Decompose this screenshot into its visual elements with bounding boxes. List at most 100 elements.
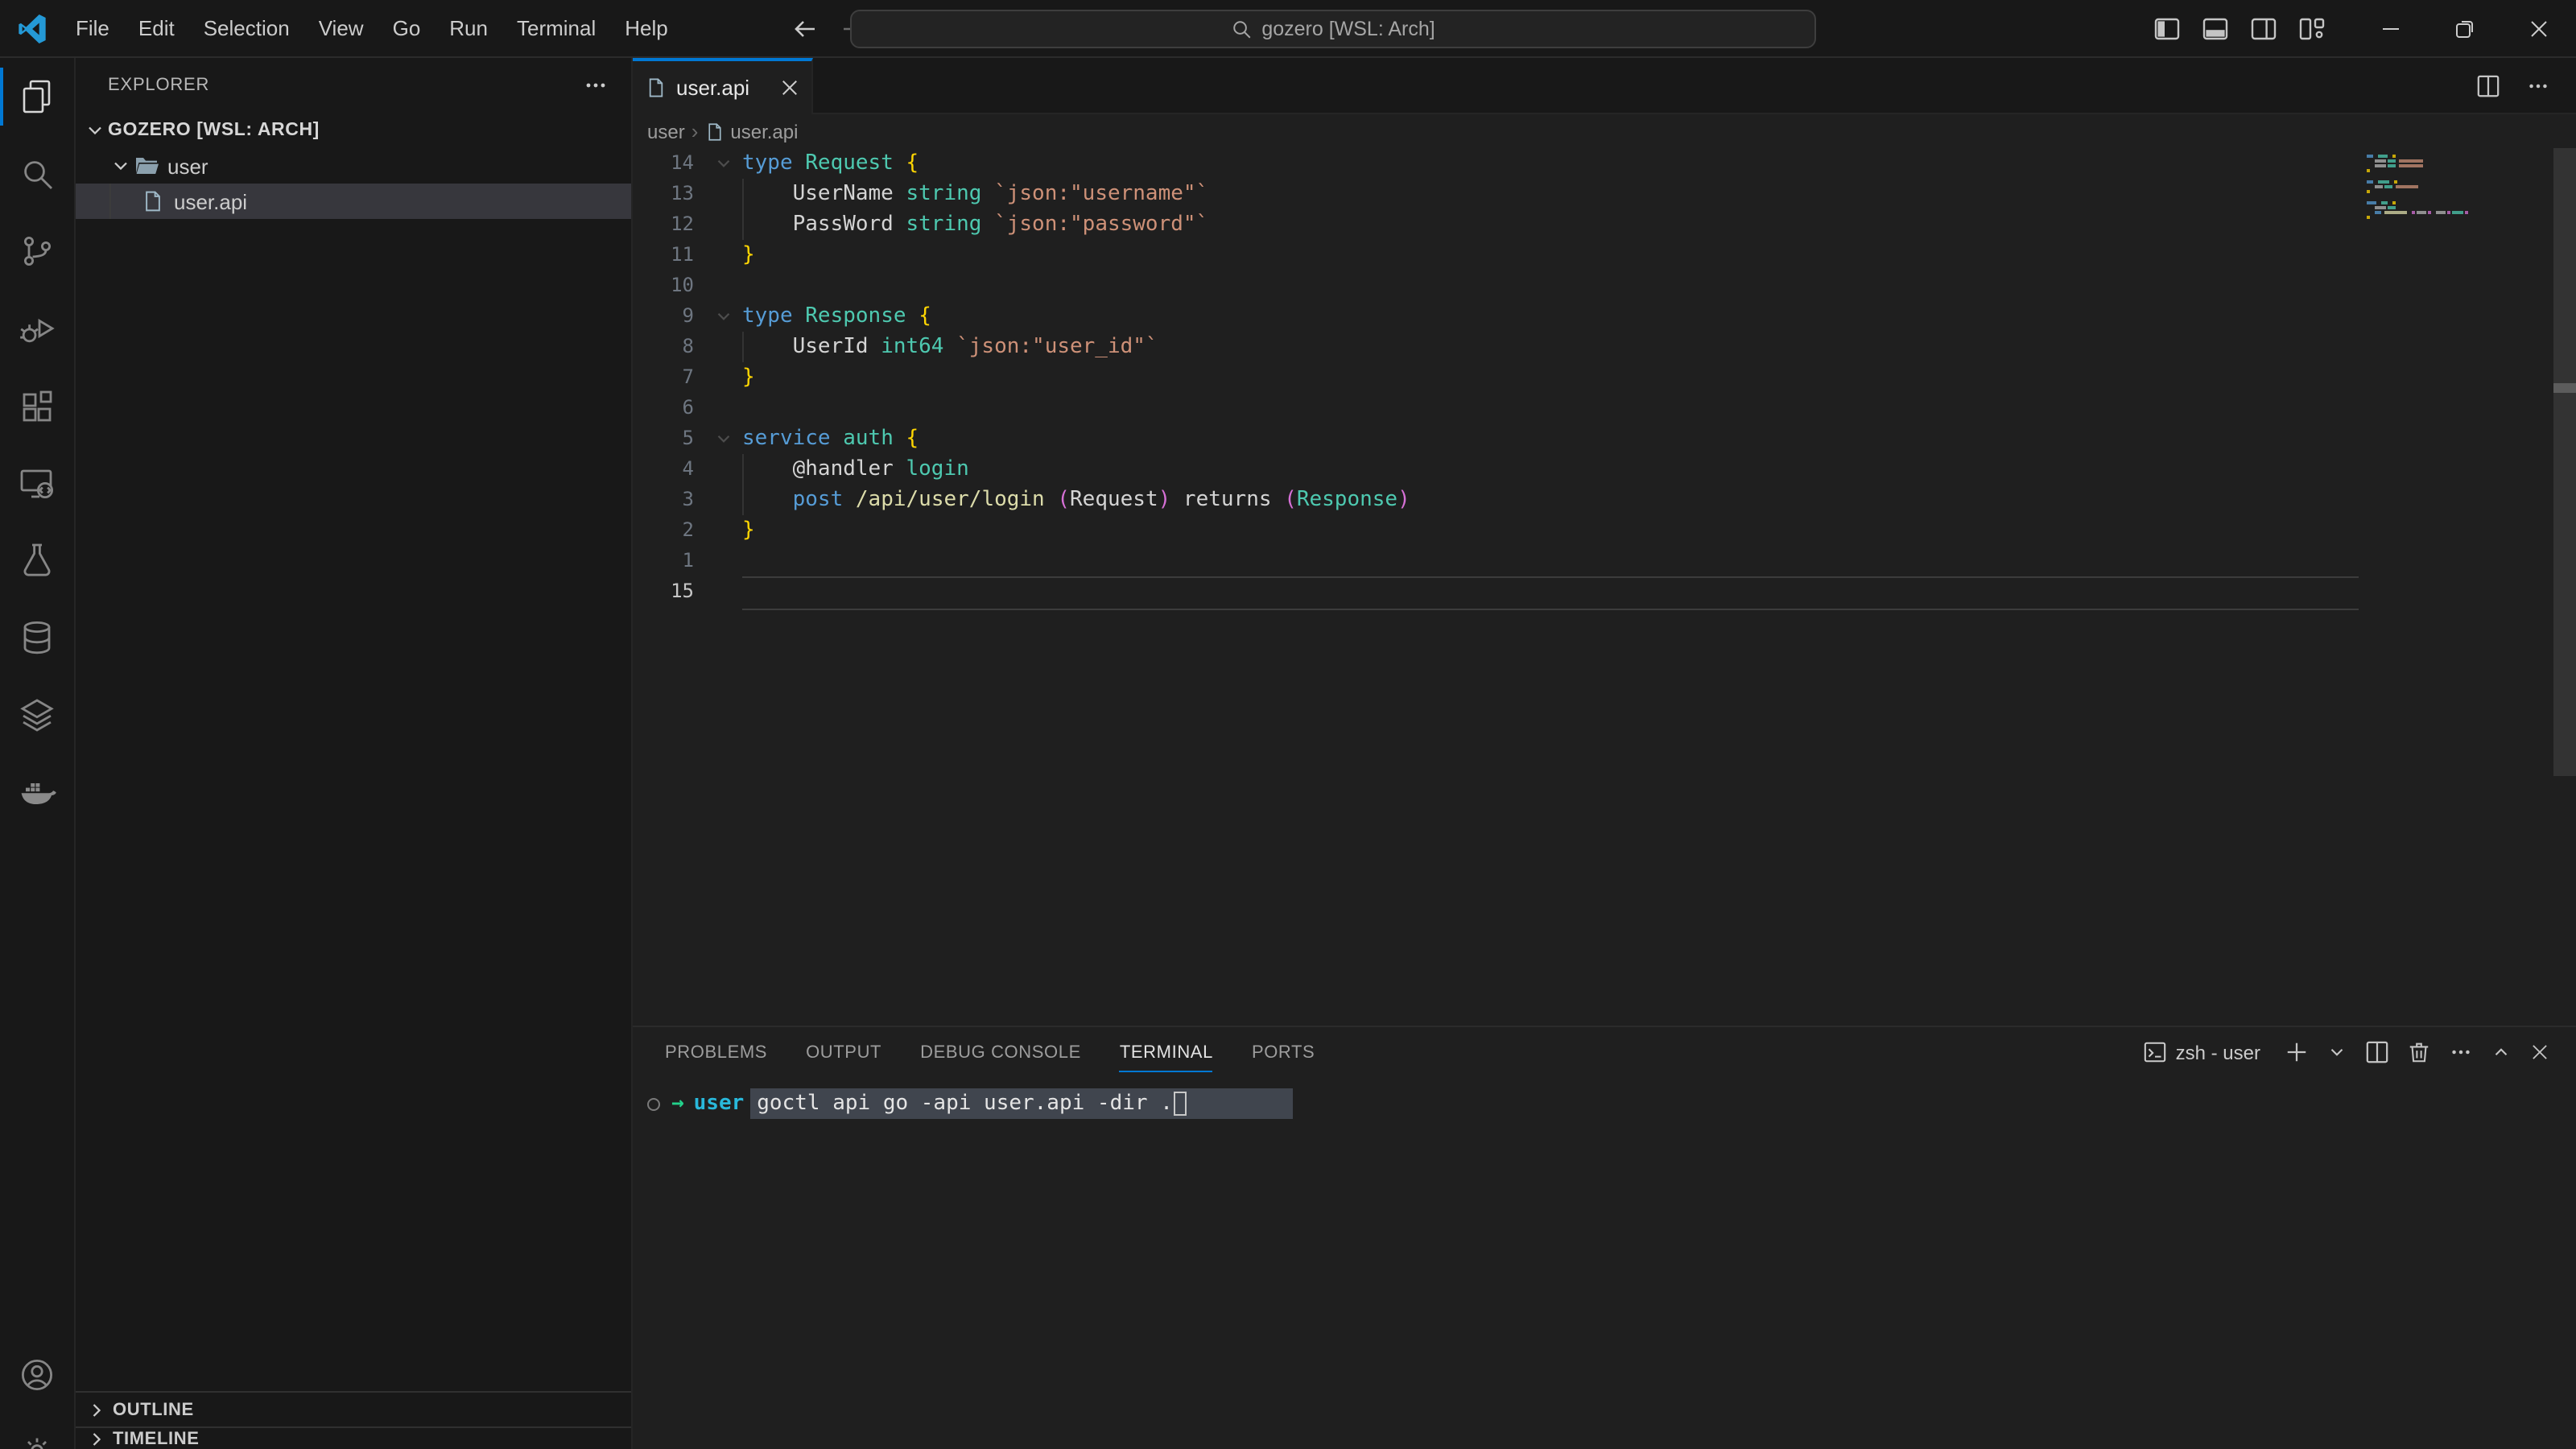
command-center-text: gozero [WSL: Arch] [1261, 18, 1435, 40]
sidebar-item-user-folder[interactable]: user [76, 148, 631, 184]
chevron-down-icon [82, 118, 108, 143]
line-number: 2 [633, 515, 704, 546]
search-view-icon[interactable] [0, 135, 74, 213]
code-editor[interactable]: 14type Request {13 UserName string `json… [633, 148, 2576, 1026]
remote-explorer-icon[interactable] [0, 444, 74, 522]
breadcrumb-folder[interactable]: user [647, 120, 685, 142]
terminal-profile-chevron-icon[interactable] [2326, 1042, 2347, 1063]
panel-tab-problems[interactable]: PROBLEMS [646, 1027, 786, 1077]
new-terminal-icon[interactable] [2285, 1040, 2309, 1064]
terminal[interactable]: →usergoctl api go -api user.api -dir . [633, 1077, 2576, 1449]
explorer-sidebar: EXPLORER GOZERO [WSL: ARCH] user [76, 58, 633, 1449]
code-line: 14type Request { [633, 148, 2367, 179]
accounts-icon[interactable] [0, 1336, 74, 1414]
toggle-primary-sidebar-icon[interactable] [2154, 17, 2180, 39]
close-panel-icon[interactable] [2529, 1042, 2550, 1063]
code-line: 4 @handler login [633, 454, 2367, 485]
panel-more-actions-icon[interactable] [2449, 1040, 2473, 1064]
extensions-icon[interactable] [0, 367, 74, 444]
timeline-section-header[interactable]: TIMELINE [76, 1426, 631, 1449]
vscode-window: FileEditSelectionViewGoRunTerminalHelp g… [0, 0, 2576, 1449]
code-text: } [742, 362, 755, 393]
command-decoration-circle[interactable] [647, 1097, 660, 1110]
outline-section-header[interactable]: OUTLINE [76, 1391, 631, 1426]
panel-tab-ports[interactable]: PORTS [1232, 1027, 1334, 1077]
settings-gear-icon[interactable] [0, 1414, 74, 1449]
menu-terminal[interactable]: Terminal [502, 0, 610, 57]
menu-file[interactable]: File [61, 0, 124, 57]
toggle-secondary-sidebar-icon[interactable] [2251, 17, 2277, 39]
split-editor-icon[interactable] [2476, 73, 2500, 97]
customize-layout-icon[interactable] [2299, 17, 2325, 39]
testing-icon[interactable] [0, 522, 74, 599]
line-number: 10 [633, 270, 704, 301]
terminal-instance-badge[interactable]: zsh - user [2144, 1040, 2260, 1064]
workspace-root-row[interactable]: GOZERO [WSL: ARCH] [76, 113, 631, 148]
bottom-panel: PROBLEMSOUTPUTDEBUG CONSOLETERMINALPORTS… [633, 1026, 2576, 1449]
panel-tab-output[interactable]: OUTPUT [786, 1027, 901, 1077]
folder-open-icon [134, 153, 159, 179]
layers-icon[interactable] [0, 676, 74, 753]
breadcrumb-file[interactable]: user.api [704, 120, 798, 142]
menu-selection[interactable]: Selection [189, 0, 304, 57]
code-text: UserName string `json:"username"` [742, 179, 1208, 209]
split-terminal-icon[interactable] [2365, 1040, 2389, 1064]
tab-user-api[interactable]: user.api [633, 58, 813, 114]
code-text: type Response { [742, 301, 931, 332]
run-and-debug-icon[interactable] [0, 290, 74, 367]
sidebar-item-user-api-file[interactable]: user.api [76, 184, 631, 219]
fold-chevron-icon[interactable] [704, 301, 742, 332]
menu-view[interactable]: View [304, 0, 378, 57]
source-control-icon[interactable] [0, 213, 74, 290]
fold-chevron-icon[interactable] [704, 423, 742, 454]
back-arrow-icon[interactable] [792, 15, 818, 41]
minimize-button[interactable] [2354, 0, 2428, 56]
search-icon [1231, 19, 1252, 39]
code-text: type Request { [742, 148, 919, 179]
code-line: 9type Response { [633, 301, 2367, 332]
title-bar: FileEditSelectionViewGoRunTerminalHelp g… [0, 0, 2576, 58]
code-text: PassWord string `json:"password"` [742, 209, 1208, 240]
outline-label: OUTLINE [113, 1400, 194, 1419]
editor-more-actions-icon[interactable] [2526, 73, 2550, 97]
line-number: 8 [633, 332, 704, 362]
code-text: UserId int64 `json:"user_id"` [742, 332, 1158, 362]
close-tab-icon[interactable] [781, 79, 799, 97]
shell-label: zsh - user [2176, 1041, 2260, 1063]
terminal-prompt-line: →usergoctl api go -api user.api -dir . [633, 1088, 2576, 1119]
explorer-icon[interactable] [0, 58, 74, 135]
terminal-selection: goctl api go -api user.api -dir . [750, 1088, 1294, 1119]
code-text: post /api/user/login (Request) returns (… [742, 485, 1410, 515]
scrollbar-marker [2553, 383, 2576, 393]
tab-bar: user.api [633, 58, 2576, 114]
docker-icon[interactable] [0, 753, 74, 831]
terminal-icon [2144, 1040, 2168, 1064]
file-icon [704, 122, 724, 141]
command-center-search[interactable]: gozero [WSL: Arch] [850, 10, 1816, 48]
maximize-panel-icon[interactable] [2491, 1042, 2512, 1063]
database-icon[interactable] [0, 599, 74, 676]
menu-go[interactable]: Go [378, 0, 436, 57]
panel-tab-terminal[interactable]: TERMINAL [1100, 1027, 1232, 1077]
indent-guide [109, 184, 111, 219]
code-lines: 14type Request {13 UserName string `json… [633, 148, 2367, 607]
code-line: 3 post /api/user/login (Request) returns… [633, 485, 2367, 515]
minimap[interactable] [2367, 155, 2553, 233]
close-window-button[interactable] [2502, 0, 2576, 56]
menu-help[interactable]: Help [610, 0, 683, 57]
explorer-more-actions-icon[interactable] [583, 72, 609, 98]
menu-bar: FileEditSelectionViewGoRunTerminalHelp [61, 0, 683, 56]
line-number: 6 [633, 393, 704, 423]
panel-tab-debug-console[interactable]: DEBUG CONSOLE [901, 1027, 1100, 1077]
editor-region: user.api user › [633, 58, 2576, 1449]
editor-scrollbar[interactable] [2553, 148, 2576, 776]
menu-run[interactable]: Run [435, 0, 502, 57]
prompt-cwd: user [694, 1092, 745, 1116]
toggle-panel-icon[interactable] [2202, 17, 2228, 39]
menu-edit[interactable]: Edit [124, 0, 189, 57]
code-line: 15 [633, 576, 2367, 607]
chevron-right-icon [85, 1427, 108, 1449]
restore-button[interactable] [2428, 0, 2502, 56]
kill-terminal-icon[interactable] [2407, 1040, 2431, 1064]
fold-chevron-icon[interactable] [704, 148, 742, 179]
